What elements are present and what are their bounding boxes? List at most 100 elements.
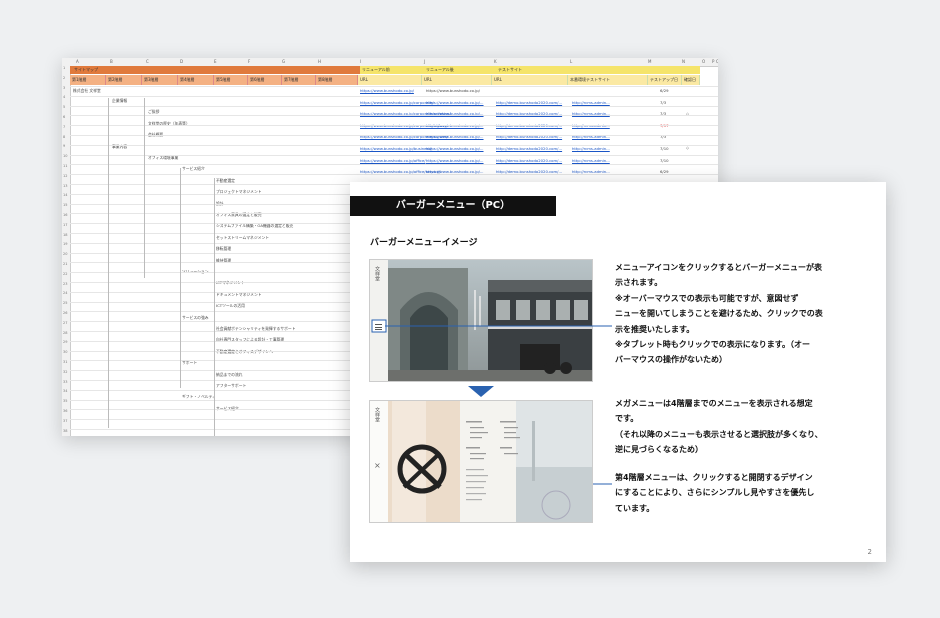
column-letter: N	[682, 59, 685, 64]
header-cell: 第6階層	[248, 75, 282, 85]
url-after-link[interactable]: https://www.bunshodo.co.jp/...	[426, 158, 484, 163]
column-letter: A	[76, 59, 79, 64]
column-letter: I	[360, 59, 362, 64]
column-letter: K	[494, 59, 497, 64]
row-number: 26	[63, 311, 68, 315]
mega-menu-logo: 文祥堂	[374, 407, 381, 424]
header-cell: 第1階層	[70, 75, 106, 85]
row-number: 14	[63, 193, 68, 198]
row-number: 2	[63, 75, 66, 80]
presentation-slide: バーガーメニュー（PC） バーガーメニューイメージ 文祥堂 文祥堂 × メニュー…	[350, 182, 886, 562]
staging-url-link[interactable]: http://rcms-admin...	[572, 100, 610, 105]
grid-line	[70, 135, 718, 136]
url-before-link[interactable]: https://www.bunshodo.co.jp/corporate/	[360, 100, 434, 105]
tree-item: サービスの強み	[182, 314, 209, 320]
row-number: 27	[63, 320, 68, 325]
grid-line	[70, 125, 718, 127]
column-letter: E	[214, 59, 217, 64]
url-after-link[interactable]: https://www.bunshodo.co.jp/...	[426, 100, 484, 105]
test-url-link[interactable]: http://demo.bunshodo2020.com/...	[496, 158, 562, 163]
row-number: 38	[63, 428, 68, 433]
tree-guide-line	[144, 98, 145, 278]
test-site-band	[360, 66, 700, 74]
grid-line	[70, 164, 718, 166]
row-number: 6	[63, 115, 66, 119]
tree-guide-line	[180, 168, 181, 388]
close-icon[interactable]: ×	[374, 461, 381, 470]
mega-menu-logo-text: 文祥堂	[374, 407, 380, 422]
row-number: 23	[63, 281, 68, 286]
tree-item: 移転管理	[216, 246, 232, 252]
staging-url-link[interactable]: http://rcms-admin...	[572, 146, 610, 151]
row-number: 11	[63, 164, 68, 168]
row-number: 12	[63, 173, 68, 178]
header-cell: 本番環境テストサイト	[568, 75, 648, 85]
tree-item: ICTツールの活用	[216, 303, 245, 309]
renewal-after-label: リニューアル後	[426, 67, 454, 72]
grid-line	[70, 174, 718, 176]
tree-item: オフィス環境事業	[148, 155, 179, 160]
tree-guide-line	[214, 178, 215, 436]
column-letter: H	[318, 59, 322, 64]
tree-item: セットストリームマネジメント	[216, 234, 270, 240]
column-letter: B	[110, 59, 113, 64]
row-number: 29	[63, 340, 68, 345]
para2-line: 逆に見づらくなるため）	[615, 445, 703, 455]
header-cell: 第2階層	[106, 75, 142, 85]
row-number: 8	[63, 134, 66, 139]
row-number: 25	[63, 301, 68, 306]
renewal-before-label: リニューアル前	[362, 67, 390, 72]
test-date-cell: 7/10	[660, 146, 669, 151]
grid-line	[70, 154, 718, 156]
row-number: 37	[63, 418, 68, 423]
url-before-link[interactable]: https://www.bunshodo.co.jp/business/	[360, 146, 432, 151]
para2-line: メガメニューは4階層までのメニューを表示される想定	[615, 399, 813, 408]
open-menu-screenshot: 文祥堂 ×	[369, 400, 593, 523]
staging-url-link[interactable]: http://rcms-admin...	[572, 158, 610, 163]
row-number: 33	[63, 379, 68, 384]
row-number: 1	[63, 66, 66, 70]
down-arrow-icon	[468, 386, 494, 397]
test-site-label: テストサイト	[498, 67, 522, 72]
sitemap-band-label: サイトマップ	[74, 67, 98, 72]
para1-line: 示されます。	[615, 278, 663, 288]
tree-item: システムファイル構築・OA機器の選定と販売	[216, 223, 294, 229]
row-number: 30	[63, 350, 68, 355]
tree-guide-line	[108, 98, 109, 428]
url-after-link[interactable]: https://www.bunshodo.co.jp/...	[426, 146, 484, 151]
description-paragraph-3: 第4階層メニューは、クリックすると開閉するデザイン にすることにより、さらにシンプ…	[615, 470, 865, 516]
url-before-link[interactable]: https://www.bunshodo.co.jp/	[360, 88, 414, 93]
grid-line	[70, 95, 718, 97]
page-number: 2	[867, 548, 872, 556]
url-before-link[interactable]: https://www.bunshodo.co.jp/office/	[360, 158, 426, 163]
test-url-link[interactable]: http://demo.bunshodo2020.com/...	[496, 100, 562, 105]
mega-menu-image	[370, 401, 592, 522]
header-cell: URL	[422, 75, 492, 85]
row-number: 22	[63, 271, 68, 276]
column-letter: O	[702, 59, 706, 64]
header-cell: 第5階層	[214, 75, 248, 85]
header-cell: URL	[358, 75, 422, 85]
para1-line: ※オーバーマウスでの表示も可能ですが、意図せず	[615, 293, 799, 303]
para3-line: にすることにより、さらにシンプルし見やすさを優先し	[615, 488, 815, 498]
url-after-cell: https://www.bunshodo.co.jp/	[426, 88, 480, 93]
column-letter: D	[180, 59, 184, 64]
company-cell: 株式会社 文祥堂	[73, 88, 101, 93]
tree-item: 納品までの流れ	[216, 371, 243, 377]
header-cell: 第3階層	[142, 75, 178, 85]
para2-line: （それ以降のメニューも表示させると選択肢が多くなり、	[615, 429, 823, 439]
description-paragraph-2: メガメニューは4階層までのメニューを表示される想定 です。 （それ以降のメニューも表…	[615, 396, 865, 458]
grid-line	[70, 115, 718, 117]
tree-item: サービス紹介	[182, 166, 205, 172]
row-number: 35	[63, 399, 68, 404]
para1-line: バーマウスの操作がないため）	[615, 355, 727, 365]
header-cell: 第7階層	[282, 75, 316, 85]
column-letter: M	[648, 59, 652, 64]
column-letter: P	[712, 59, 715, 64]
row-number: 10	[63, 154, 68, 159]
para2-line: です。	[615, 414, 639, 424]
row-number: 20	[63, 252, 68, 257]
column-letter: C	[146, 59, 149, 64]
row-number: 32	[63, 369, 68, 374]
test-url-link[interactable]: http://demo.bunshodo2020.com/...	[496, 146, 562, 151]
